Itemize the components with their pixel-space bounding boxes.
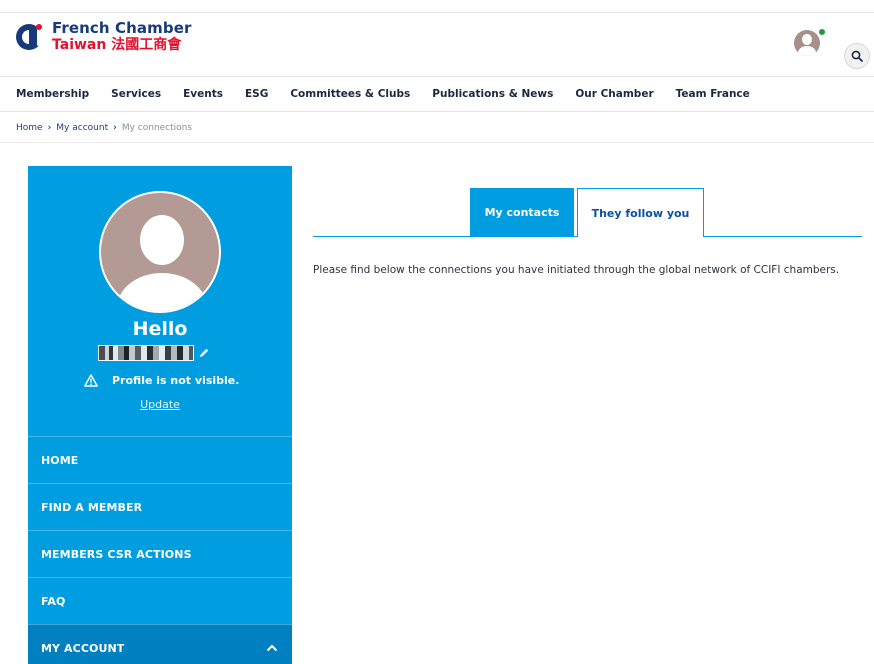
chevron-right-icon: › bbox=[47, 122, 52, 133]
pencil-icon[interactable] bbox=[198, 347, 210, 359]
nav-item-committees-clubs[interactable]: Committees & Clubs bbox=[290, 88, 410, 100]
nav-item-services[interactable]: Services bbox=[111, 88, 161, 100]
breadcrumb-my-account[interactable]: My account bbox=[56, 123, 108, 133]
nav-item-events[interactable]: Events bbox=[183, 88, 223, 100]
nav-item-membership[interactable]: Membership bbox=[16, 88, 89, 100]
chevron-up-icon bbox=[266, 644, 278, 652]
tab-they-follow-you[interactable]: They follow you bbox=[577, 188, 704, 237]
nav-item-publications-news[interactable]: Publications & News bbox=[432, 88, 553, 100]
visibility-notice-text: Profile is not visible. bbox=[112, 374, 240, 387]
sidebar-item-members-csr-actions[interactable]: MEMBERS CSR ACTIONS bbox=[28, 530, 292, 577]
nav-item-team-france[interactable]: Team France bbox=[676, 88, 750, 100]
sidebar-item-label: MEMBERS CSR ACTIONS bbox=[41, 547, 192, 561]
page: French Chamber Taiwan 法國工商會 Membership S… bbox=[0, 0, 874, 664]
connections-intro-text: Please find below the connections you ha… bbox=[313, 264, 840, 276]
sidebar-item-find-a-member[interactable]: FIND A MEMBER bbox=[28, 483, 292, 530]
sidebar-item-label: MY ACCOUNT bbox=[41, 641, 125, 655]
redacted-user-name bbox=[98, 345, 194, 361]
sidebar-menu: HOME FIND A MEMBER MEMBERS CSR ACTIONS F… bbox=[28, 436, 292, 664]
sidebar-item-label: HOME bbox=[41, 453, 79, 467]
nav-item-esg[interactable]: ESG bbox=[245, 88, 268, 100]
breadcrumb-home[interactable]: Home bbox=[16, 123, 43, 133]
warning-icon bbox=[84, 374, 98, 387]
nav-item-our-chamber[interactable]: Our Chamber bbox=[575, 88, 653, 100]
user-name-row bbox=[98, 343, 210, 363]
tab-my-contacts[interactable]: My contacts bbox=[470, 188, 574, 237]
breadcrumb: Home › My account › My connections bbox=[0, 113, 874, 143]
connections-tabs: My contacts They follow you bbox=[313, 188, 862, 237]
logo-title: French Chamber bbox=[52, 19, 192, 37]
account-sidebar: Hello Profile is not visible. Update HOM… bbox=[28, 166, 292, 664]
sidebar-item-home[interactable]: HOME bbox=[28, 436, 292, 483]
sidebar-item-label: FAQ bbox=[41, 594, 66, 608]
main-nav: Membership Services Events ESG Committee… bbox=[0, 76, 874, 112]
site-logo[interactable]: French Chamber Taiwan 法國工商會 bbox=[16, 21, 191, 52]
sidebar-item-label: FIND A MEMBER bbox=[41, 500, 143, 514]
search-button[interactable] bbox=[844, 43, 870, 69]
breadcrumb-current: My connections bbox=[121, 122, 193, 133]
profile-avatar bbox=[99, 191, 221, 313]
online-status-badge bbox=[817, 27, 827, 37]
cci-logo-icon bbox=[16, 22, 46, 52]
user-avatar-icon[interactable] bbox=[794, 30, 820, 56]
chevron-right-icon: › bbox=[113, 122, 117, 133]
update-profile-link[interactable]: Update bbox=[28, 398, 292, 411]
site-header: French Chamber Taiwan 法國工商會 bbox=[0, 12, 874, 70]
greeting: Hello bbox=[132, 318, 188, 340]
search-icon bbox=[851, 50, 863, 62]
logo-subtitle: Taiwan 法國工商會 bbox=[52, 37, 182, 53]
sidebar-item-faq[interactable]: FAQ bbox=[28, 577, 292, 624]
visibility-notice: Profile is not visible. bbox=[84, 374, 239, 387]
sidebar-item-my-account[interactable]: MY ACCOUNT bbox=[28, 624, 292, 664]
